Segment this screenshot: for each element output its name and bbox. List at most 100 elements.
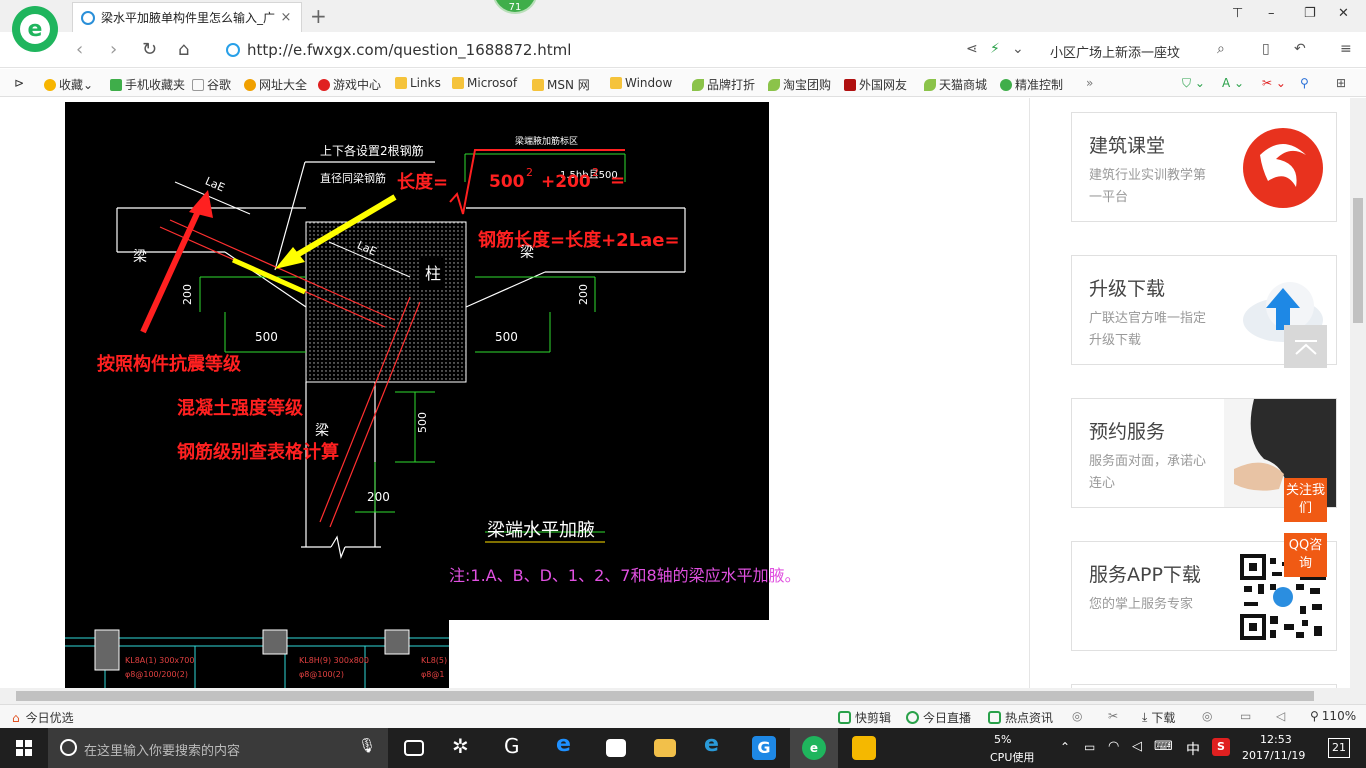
- glodon-app-icon[interactable]: G: [752, 736, 776, 760]
- equals: =: [610, 170, 626, 191]
- zoom-level[interactable]: ⚲ 110%: [1310, 709, 1356, 723]
- status-volume-icon[interactable]: ◁: [1276, 709, 1285, 723]
- apps-icon[interactable]: ⊞: [1336, 76, 1346, 90]
- qq-consult-button[interactable]: QQ咨询: [1284, 533, 1327, 577]
- fan-app-icon[interactable]: ✲: [452, 734, 476, 758]
- bookmark-google[interactable]: 谷歌: [192, 76, 231, 93]
- skin-icon[interactable]: ⊤: [1232, 6, 1243, 21]
- shield-icon[interactable]: ⛉ ⌄: [1182, 76, 1205, 91]
- forward-icon[interactable]: ›: [110, 39, 117, 60]
- cad-small-label-5: KL8(5): [421, 656, 448, 665]
- vertical-scroll-thumb[interactable]: [1353, 198, 1363, 323]
- translate-icon[interactable]: A ⌄: [1222, 76, 1244, 90]
- windows-start-icon[interactable]: [16, 740, 32, 756]
- tab-active[interactable]: 梁水平加腋单构件里怎么输入_广 ×: [72, 2, 302, 32]
- store-icon[interactable]: [606, 739, 626, 757]
- status-browser-icon[interactable]: ◎: [1202, 709, 1212, 723]
- card-title: 服务APP下载: [1089, 564, 1201, 586]
- address-bar: ‹ › ↻ ⌂ http://e.fwxgx.com/question_1688…: [0, 32, 1366, 68]
- bookmark-favorites[interactable]: 收藏 ⌄: [44, 76, 93, 93]
- ie-icon[interactable]: e: [704, 732, 728, 757]
- bookmark-control[interactable]: 精准控制: [1000, 76, 1063, 93]
- speed-icon[interactable]: ⚡: [990, 41, 1000, 57]
- bookmark-windows[interactable]: Window: [610, 76, 672, 90]
- tab-bar: e 梁水平加腋单构件里怎么输入_广 × + 71 ⊤ – ❐ ✕: [0, 0, 1366, 52]
- minimize-button[interactable]: –: [1268, 6, 1275, 21]
- status-tools-icon[interactable]: ✂: [1108, 709, 1118, 723]
- status-live[interactable]: 今日直播: [906, 709, 971, 726]
- wifi-icon[interactable]: ◠: [1108, 739, 1119, 754]
- bookmark-foreign[interactable]: 外国网友: [844, 76, 907, 93]
- site-favicon-icon: [81, 10, 95, 25]
- bookmark-games[interactable]: 游戏中心: [318, 76, 381, 93]
- url-input[interactable]: http://e.fwxgx.com/question_1688872.html: [247, 41, 571, 59]
- magnifier-icon[interactable]: ⚲: [1300, 76, 1309, 90]
- more-bookmarks-icon[interactable]: »: [1086, 76, 1093, 90]
- menu-icon[interactable]: ≡: [1340, 41, 1352, 57]
- refresh-icon[interactable]: ↻: [142, 39, 157, 60]
- clock-time[interactable]: 12:53: [1260, 733, 1292, 746]
- bookmark-msn[interactable]: MSN 网: [532, 76, 590, 93]
- today-picks[interactable]: ⌂ 今日优选: [12, 709, 74, 726]
- vertical-scrollbar[interactable]: [1350, 98, 1366, 688]
- bookmark-brand[interactable]: 品牌打折: [692, 76, 755, 93]
- card-desc: 广联达官方唯一指定升级下载: [1089, 311, 1207, 348]
- search-input[interactable]: 小区广场上新添一座坟: [1050, 42, 1180, 61]
- notification-center-icon[interactable]: 21: [1328, 738, 1350, 758]
- back-icon[interactable]: ‹: [76, 39, 83, 60]
- maximize-button[interactable]: ❐: [1304, 6, 1316, 21]
- volume-icon[interactable]: ◁: [1132, 739, 1142, 754]
- cad-plan-strip: KL8A(1) 300x700 φ8@100/200(2) KL8H(9) 30…: [65, 620, 449, 688]
- secure-icon: [226, 43, 240, 57]
- tab-close-icon[interactable]: ×: [279, 10, 293, 25]
- spiral-app-icon[interactable]: G: [504, 734, 528, 758]
- bookmark-links[interactable]: Links: [395, 76, 441, 90]
- dropdown-icon[interactable]: ⌄: [1012, 41, 1024, 57]
- ime-indicator[interactable]: 中: [1186, 739, 1200, 759]
- sogou-ime-icon[interactable]: S: [1212, 738, 1230, 756]
- file-explorer-icon[interactable]: [654, 739, 676, 757]
- concrete-grade-note: 混凝土强度等级: [177, 398, 303, 419]
- notes-app-icon[interactable]: [852, 736, 876, 760]
- bookmark-mobile[interactable]: 手机收藏夹: [110, 76, 185, 93]
- horizontal-scroll-thumb[interactable]: [16, 691, 1314, 701]
- taskbar-search[interactable]: 在这里输入你要搜索的内容 🎙: [48, 728, 388, 768]
- scissors-icon[interactable]: ✂ ⌄: [1262, 76, 1286, 90]
- new-tab-button[interactable]: +: [310, 4, 327, 28]
- status-download[interactable]: ⤓ 下载: [1142, 709, 1175, 726]
- keyboard-icon[interactable]: ⌨: [1154, 739, 1173, 754]
- task-view-icon[interactable]: [404, 740, 424, 756]
- sidebar-toggle-icon[interactable]: ⊳: [14, 76, 24, 90]
- cad-beam-left: 梁: [133, 249, 147, 265]
- edge-icon[interactable]: e: [556, 732, 580, 757]
- cad-small-label-4: φ8@100(2): [299, 670, 344, 679]
- bookmark-hao[interactable]: 网址大全: [244, 76, 307, 93]
- status-bar: ⌂ 今日优选 快剪辑 今日直播 热点资讯 ◎ ✂ ⤓ 下载 ◎ ▭ ◁ ⚲ 110%: [0, 704, 1366, 728]
- status-window-icon[interactable]: ▭: [1240, 709, 1251, 723]
- bookmark-tmall[interactable]: 天猫商城: [924, 76, 987, 93]
- follow-us-button[interactable]: 关注我们: [1284, 478, 1327, 522]
- status-news[interactable]: 热点资讯: [988, 709, 1053, 726]
- card-building-class[interactable]: 建筑课堂 建筑行业实训教学第一平台: [1071, 112, 1337, 222]
- close-window-button[interactable]: ✕: [1338, 6, 1349, 21]
- search-icon[interactable]: ⌕: [1217, 41, 1225, 57]
- clock-date[interactable]: 2017/11/19: [1242, 749, 1305, 762]
- tray-expand-icon[interactable]: ⌃: [1060, 740, 1070, 754]
- bookmark-taobao[interactable]: 淘宝团购: [768, 76, 831, 93]
- mobile-icon[interactable]: ▯: [1262, 41, 1270, 57]
- horizontal-scrollbar[interactable]: [0, 688, 1366, 704]
- value-500: 500: [489, 172, 525, 192]
- bookmark-microsoft[interactable]: Microsof: [452, 76, 517, 90]
- undo-icon[interactable]: ↶: [1294, 41, 1306, 57]
- back-to-top-button[interactable]: [1284, 325, 1327, 368]
- status-speed-icon[interactable]: ◎: [1072, 709, 1082, 723]
- battery-icon[interactable]: ▭: [1084, 740, 1095, 754]
- browser-logo-icon[interactable]: e: [12, 6, 58, 52]
- notification-badge[interactable]: 71: [492, 0, 538, 14]
- microphone-icon[interactable]: 🎙: [358, 738, 376, 754]
- home-icon[interactable]: ⌂: [178, 39, 189, 60]
- share-icon[interactable]: ⋖: [966, 41, 978, 57]
- cpu-usage-percent[interactable]: 5%: [994, 733, 1011, 746]
- status-quick-edit[interactable]: 快剪辑: [838, 709, 891, 726]
- 360-browser-icon[interactable]: e: [802, 736, 826, 760]
